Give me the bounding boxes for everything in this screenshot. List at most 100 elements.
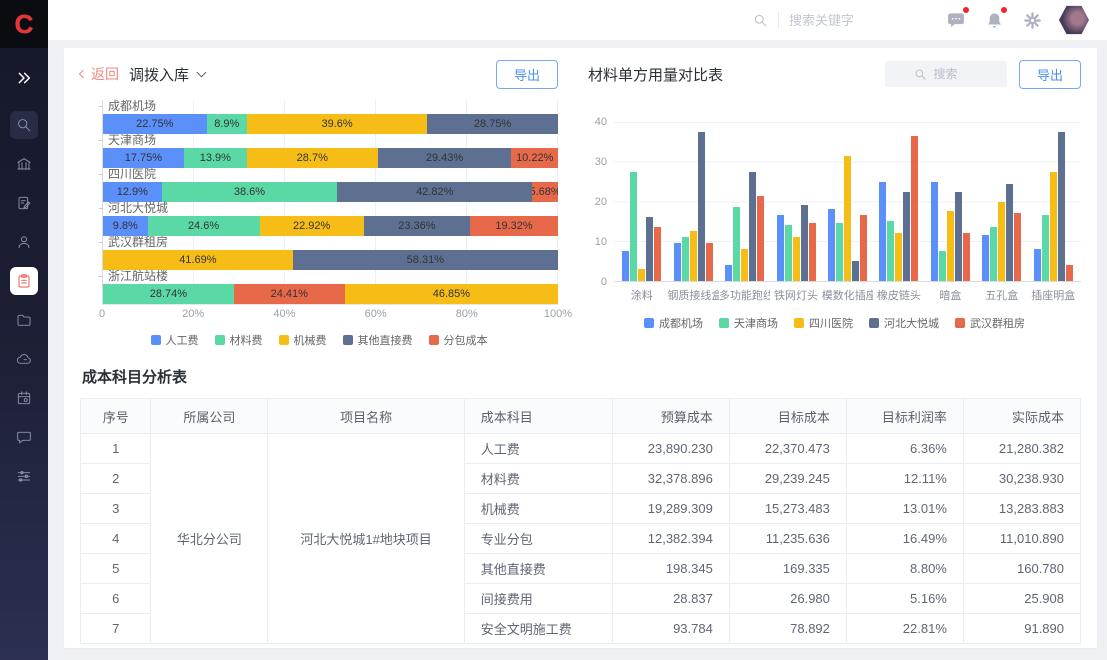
stacked-bar-segment: 58.31% [293,250,558,270]
cell-index: 3 [81,494,151,524]
bar [990,227,997,281]
bar [903,192,910,281]
stacked-bar-segment: 28.74% [103,284,234,304]
bar [682,237,689,281]
table-body: 1华北分公司河北大悦城1#地块项目人工费23,890.23022,370.473… [81,434,1081,644]
bar [1066,265,1073,281]
bar [777,215,784,281]
bell-icon [985,11,1004,30]
cell-target-margin: 6.36% [846,434,963,464]
export-button-left[interactable]: 导出 [496,60,558,89]
back-label: 返回 [91,64,119,84]
back-button[interactable]: 返回 [80,64,119,84]
column-header: 目标利润率 [846,399,963,434]
table-title: 成本科目分析表 [82,366,1081,387]
sidebar-item-cloud[interactable] [10,345,38,373]
export-button-right[interactable]: 导出 [1019,60,1081,89]
y-tick-label: 0 [601,276,607,288]
material-chart-title: 材料单方用量对比表 [588,64,723,85]
sidebar-collapse-button[interactable] [15,70,33,91]
stacked-bar-segment: 23.36% [364,216,470,236]
stacked-bar-segment: 24.6% [148,216,260,236]
x-category-label: 涂料 [616,287,667,303]
legend-label: 机械费 [294,332,327,348]
legend-label: 武汉群租房 [970,315,1025,331]
grouped-bar-plot [614,122,1081,282]
x-category-label: 插座明盒 [1028,287,1079,303]
sidebar-item-cost-analysis[interactable] [10,267,38,295]
cell-project: 河北大悦城1#地块项目 [268,434,464,644]
x-category-label: 模数化插座 [822,287,873,303]
bar [1006,184,1013,281]
stacked-bar-segment: 46.85% [345,284,558,304]
bar [844,156,851,281]
bar [982,235,989,281]
cell-budget-cost: 19,289.309 [612,494,729,524]
cloud-icon [16,351,32,367]
table-row: 1华北分公司河北大悦城1#地块项目人工费23,890.23022,370.473… [81,434,1081,464]
global-search-input[interactable] [789,13,899,28]
cell-target-margin: 12.11% [846,464,963,494]
stacked-row-label: 四川医院 [103,168,558,182]
x-category-label: 多功能跑线 [719,287,770,303]
cost-analysis-table: 序号所属公司项目名称成本科目预算成本目标成本目标利润率实际成本 1华北分公司河北… [80,398,1081,644]
folder-icon [16,312,32,328]
sidebar-item-company[interactable] [10,150,38,178]
content: 返回 调拨入库 导出 成都机场22.75%8.9%39.6%28.75%天津商场… [48,41,1107,660]
gear-icon [1023,11,1042,30]
cell-target-margin: 16.49% [846,524,963,554]
bar [809,223,816,281]
notifications-button[interactable] [983,9,1005,31]
x-tick-label: 60% [365,308,387,320]
bar [852,261,859,281]
bar [622,251,629,281]
settings-button[interactable] [1021,9,1043,31]
cell-index: 2 [81,464,151,494]
cell-budget-cost: 28.837 [612,584,729,614]
cell-subject: 间接费用 [464,584,612,614]
legend-swatch [644,318,654,328]
page-title-dropdown[interactable]: 调拨入库 [129,64,205,85]
stacked-bar-segment: 22.92% [260,216,364,236]
stacked-bar-segment: 12.9% [103,182,162,202]
cell-index: 1 [81,434,151,464]
messages-button[interactable] [945,9,967,31]
stacked-bar: 9.8%24.6%22.92%23.36%19.32% [103,216,558,236]
cell-target-cost: 15,273.483 [729,494,846,524]
transfer-inbound-card: 返回 调拨入库 导出 成都机场22.75%8.9%39.6%28.75%天津商场… [80,60,558,348]
legend-swatch [719,318,729,328]
left-chart-header: 返回 调拨入库 导出 [80,60,558,88]
material-search-input[interactable] [933,67,977,81]
cell-actual-cost: 160.780 [963,554,1080,584]
sidebar-item-users[interactable] [10,228,38,256]
stacked-bar-segment: 8.9% [207,114,247,134]
search-icon[interactable] [753,13,768,28]
sidebar-item-documents[interactable] [10,189,38,217]
sidebar-item-messages[interactable] [10,423,38,451]
user-icon [16,234,32,250]
sidebar-item-settings-list[interactable] [10,462,38,490]
message-bubble-icon [946,10,966,30]
y-tick-label: 40 [595,116,607,128]
sidebar-item-files[interactable] [10,306,38,334]
sidebar-item-search[interactable] [10,111,38,139]
cell-index: 4 [81,524,151,554]
sliders-icon [16,468,32,484]
sidebar-item-schedule[interactable] [10,384,38,412]
cell-target-margin: 8.80% [846,554,963,584]
bar [1050,172,1057,281]
cell-target-cost: 11,235.636 [729,524,846,554]
x-tick-label: 20% [182,308,204,320]
bar [860,215,867,281]
app-logo[interactable]: C [0,0,48,48]
avatar[interactable] [1059,5,1089,35]
cell-subject: 安全文明施工费 [464,614,612,644]
legend-swatch [215,335,225,345]
stacked-bar: 41.69%58.31% [103,250,558,270]
grouped-legend-item: 河北大悦城 [869,315,939,331]
column-header: 成本科目 [464,399,612,434]
dashboard-panel: 返回 调拨入库 导出 成都机场22.75%8.9%39.6%28.75%天津商场… [64,48,1097,648]
bar-group [616,122,667,281]
bar [1042,215,1049,281]
bar-group [719,122,770,281]
